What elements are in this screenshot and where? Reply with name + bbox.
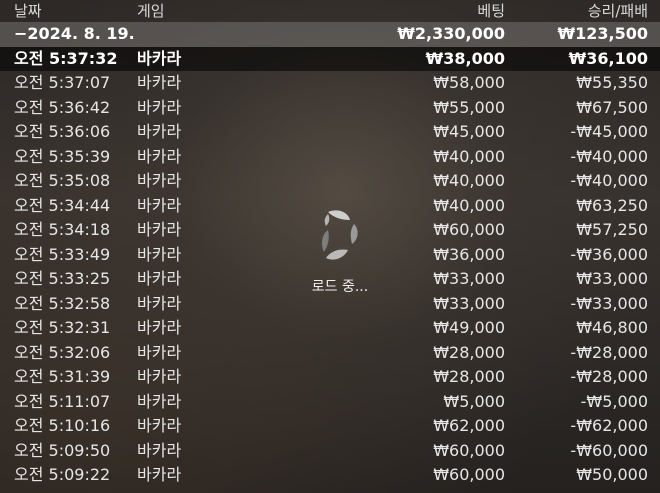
- row-game: 바카라: [137, 342, 182, 362]
- table-row[interactable]: 오전 5:09:50 바카라 ₩60,000 -₩60,000: [0, 439, 660, 464]
- table-row[interactable]: 오전 5:10:16 바카라 ₩62,000 -₩62,000: [0, 414, 660, 439]
- table-row[interactable]: 오전 5:36:42 바카라 ₩55,000 ₩67,500: [0, 96, 660, 121]
- date-group-label: −2024. 8. 19.: [14, 24, 135, 43]
- row-game: 바카라: [137, 171, 182, 190]
- row-result: -₩60,000: [570, 440, 648, 460]
- date-group-result-total: ₩123,500: [557, 24, 648, 43]
- row-result: ₩67,500: [576, 97, 648, 117]
- row-game: 바카라: [137, 195, 182, 215]
- column-header-date[interactable]: 날짜: [14, 0, 42, 22]
- row-result: -₩5,000: [580, 391, 648, 411]
- table-row[interactable]: 오전 5:35:39 바카라 ₩40,000 -₩40,000: [0, 145, 660, 170]
- row-result: ₩57,250: [576, 220, 648, 239]
- row-time: 오전 5:31:39: [14, 367, 111, 386]
- table-row[interactable]: 오전 5:32:31 바카라 ₩49,000 ₩46,800: [0, 316, 660, 341]
- row-bet: ₩33,000: [433, 293, 505, 313]
- row-result: -₩28,000: [570, 367, 648, 386]
- row-result: -₩36,000: [570, 244, 648, 264]
- row-time: 오전 5:33:49: [14, 244, 111, 264]
- row-result: -₩33,000: [570, 293, 648, 313]
- row-bet: ₩28,000: [433, 367, 505, 386]
- row-bet: ₩40,000: [433, 171, 505, 190]
- row-time: 오전 5:34:18: [14, 220, 111, 239]
- row-bet: ₩38,000: [425, 48, 505, 68]
- row-time: 오전 5:32:58: [14, 293, 111, 313]
- row-game: 바카라: [137, 244, 182, 264]
- row-time: 오전 5:35:39: [14, 146, 111, 166]
- table-row[interactable]: 오전 5:09:22 바카라 ₩60,000 ₩50,000: [0, 463, 660, 488]
- row-time: 오전 5:35:08: [14, 171, 111, 190]
- row-bet: ₩40,000: [433, 146, 505, 166]
- row-game: 바카라: [137, 122, 182, 141]
- date-group-row[interactable]: −2024. 8. 19. ₩2,330,000 ₩123,500: [0, 22, 660, 47]
- row-bet: ₩60,000: [433, 440, 505, 460]
- row-time: 오전 5:11:07: [14, 391, 111, 411]
- row-bet: ₩55,000: [433, 97, 505, 117]
- row-time: 오전 5:37:07: [14, 73, 111, 92]
- row-game: 바카라: [137, 48, 182, 68]
- row-game: 바카라: [137, 416, 182, 435]
- row-game: 바카라: [137, 146, 182, 166]
- table-row[interactable]: 오전 5:11:07 바카라 ₩5,000 -₩5,000: [0, 390, 660, 415]
- table-row[interactable]: 오전 5:37:32 바카라 ₩38,000 ₩36,100: [0, 46, 660, 71]
- column-header-result[interactable]: 승리/패배: [588, 0, 648, 22]
- row-time: 오전 5:32:31: [14, 318, 111, 337]
- row-game: 바카라: [137, 440, 182, 460]
- row-result: ₩50,000: [576, 465, 648, 484]
- row-game: 바카라: [137, 269, 182, 288]
- row-bet: ₩58,000: [433, 73, 505, 92]
- table-row[interactable]: 오전 5:36:06 바카라 ₩45,000 -₩45,000: [0, 120, 660, 145]
- row-game: 바카라: [137, 318, 182, 337]
- column-header-game[interactable]: 게임: [137, 0, 165, 22]
- row-result: ₩36,100: [568, 48, 648, 68]
- row-game: 바카라: [137, 367, 182, 386]
- row-bet: ₩36,000: [433, 244, 505, 264]
- loading-spinner-icon: [321, 210, 358, 260]
- row-bet: ₩45,000: [433, 122, 505, 141]
- row-game: 바카라: [137, 73, 182, 92]
- table-row[interactable]: 오전 5:31:39 바카라 ₩28,000 -₩28,000: [0, 365, 660, 390]
- row-game: 바카라: [137, 97, 182, 117]
- row-game: 바카라: [137, 293, 182, 313]
- row-bet: ₩28,000: [433, 342, 505, 362]
- row-time: 오전 5:09:22: [14, 465, 111, 484]
- row-time: 오전 5:34:44: [14, 195, 111, 215]
- row-result: -₩45,000: [570, 122, 648, 141]
- row-time: 오전 5:33:25: [14, 269, 111, 288]
- row-bet: ₩62,000: [433, 416, 505, 435]
- row-result: ₩46,800: [576, 318, 648, 337]
- table-row[interactable]: 오전 5:37:07 바카라 ₩58,000 ₩55,350: [0, 71, 660, 96]
- loading-indicator: 로드 중...: [300, 206, 380, 296]
- row-time: 오전 5:36:06: [14, 122, 111, 141]
- row-result: ₩63,250: [576, 195, 648, 215]
- row-bet: ₩5,000: [443, 391, 505, 411]
- row-result: -₩40,000: [570, 146, 648, 166]
- row-time: 오전 5:36:42: [14, 97, 111, 117]
- row-time: 오전 5:09:50: [14, 440, 111, 460]
- row-time: 오전 5:37:32: [14, 48, 118, 68]
- row-result: -₩40,000: [570, 171, 648, 190]
- table-row[interactable]: 오전 5:32:06 바카라 ₩28,000 -₩28,000: [0, 341, 660, 366]
- row-result: -₩28,000: [570, 342, 648, 362]
- row-result: -₩62,000: [570, 416, 648, 435]
- row-bet: ₩40,000: [433, 195, 505, 215]
- row-bet: ₩60,000: [433, 465, 505, 484]
- row-time: 오전 5:10:16: [14, 416, 111, 435]
- column-header-bet[interactable]: 베팅: [477, 0, 505, 22]
- row-game: 바카라: [137, 220, 182, 239]
- row-bet: ₩33,000: [433, 269, 505, 288]
- row-game: 바카라: [137, 391, 182, 411]
- row-time: 오전 5:32:06: [14, 342, 111, 362]
- table-header: 날짜 게임 베팅 승리/패배: [0, 0, 660, 22]
- table-row[interactable]: 오전 5:35:08 바카라 ₩40,000 -₩40,000: [0, 169, 660, 194]
- row-game: 바카라: [137, 465, 182, 484]
- loading-label: 로드 중...: [311, 279, 369, 295]
- row-result: ₩55,350: [576, 73, 648, 92]
- row-bet: ₩49,000: [433, 318, 505, 337]
- row-result: ₩33,000: [576, 269, 648, 288]
- date-group-bet-total: ₩2,330,000: [397, 24, 505, 43]
- row-bet: ₩60,000: [433, 220, 505, 239]
